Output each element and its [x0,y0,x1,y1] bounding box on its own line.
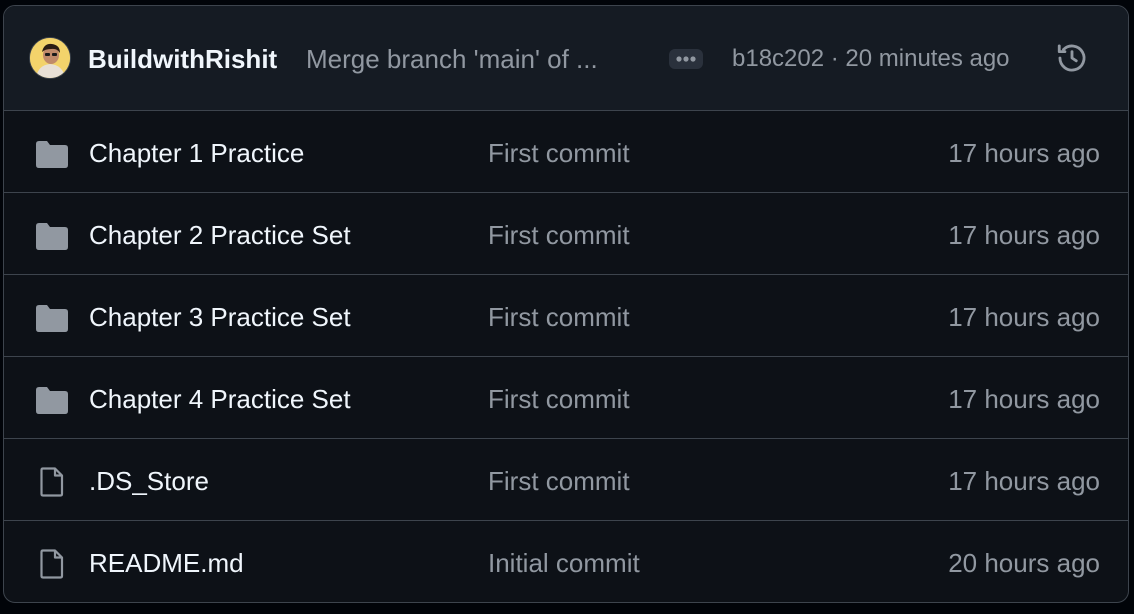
file-commit-message[interactable]: First commit [488,138,630,169]
repo-file-browser: BuildwithRishit Merge branch 'main' of .… [3,5,1129,603]
file-commit-time: 17 hours ago [948,220,1100,250]
folder-icon [36,305,68,332]
file-row[interactable]: Chapter 4 Practice Set First commit 17 h… [4,357,1128,439]
file-name-link[interactable]: Chapter 3 Practice Set [89,302,351,333]
file-commit-message[interactable]: First commit [488,384,630,415]
file-commit-time: 17 hours ago [948,466,1100,496]
file-name-link[interactable]: README.md [89,548,244,579]
file-row[interactable]: README.md Initial commit 20 hours ago [4,521,1128,602]
latest-commit-header: BuildwithRishit Merge branch 'main' of .… [4,6,1128,111]
file-commit-message[interactable]: First commit [488,220,630,251]
file-row[interactable]: Chapter 3 Practice Set First commit 17 h… [4,275,1128,357]
file-row[interactable]: .DS_Store First commit 17 hours ago [4,439,1128,521]
folder-icon [36,387,68,414]
file-name-link[interactable]: .DS_Store [89,466,209,497]
folder-icon [36,223,68,250]
file-name-link[interactable]: Chapter 2 Practice Set [89,220,351,251]
file-row[interactable]: Chapter 1 Practice First commit 17 hours… [4,111,1128,193]
file-commit-time: 17 hours ago [948,138,1100,168]
file-row[interactable]: Chapter 2 Practice Set First commit 17 h… [4,193,1128,275]
file-commit-message[interactable]: Initial commit [488,548,640,579]
commit-message-link[interactable]: Merge branch 'main' of ... [306,44,646,75]
folder-icon [36,141,68,168]
file-commit-time: 17 hours ago [948,384,1100,414]
commit-author-link[interactable]: BuildwithRishit [88,44,277,75]
history-button[interactable] [1054,40,1090,76]
kebab-horizontal-icon [676,56,696,62]
author-avatar[interactable] [30,38,70,78]
expand-commit-button[interactable] [669,49,703,69]
file-commit-time: 17 hours ago [948,302,1100,332]
history-icon [1057,44,1086,72]
commit-hash-time[interactable]: b18c202 · 20 minutes ago [732,45,1010,73]
file-name-link[interactable]: Chapter 1 Practice [89,138,304,169]
file-commit-message[interactable]: First commit [488,466,630,497]
file-icon [40,549,64,579]
file-commit-time: 20 hours ago [948,548,1100,578]
file-name-link[interactable]: Chapter 4 Practice Set [89,384,351,415]
file-icon [40,467,64,497]
file-commit-message[interactable]: First commit [488,302,630,333]
